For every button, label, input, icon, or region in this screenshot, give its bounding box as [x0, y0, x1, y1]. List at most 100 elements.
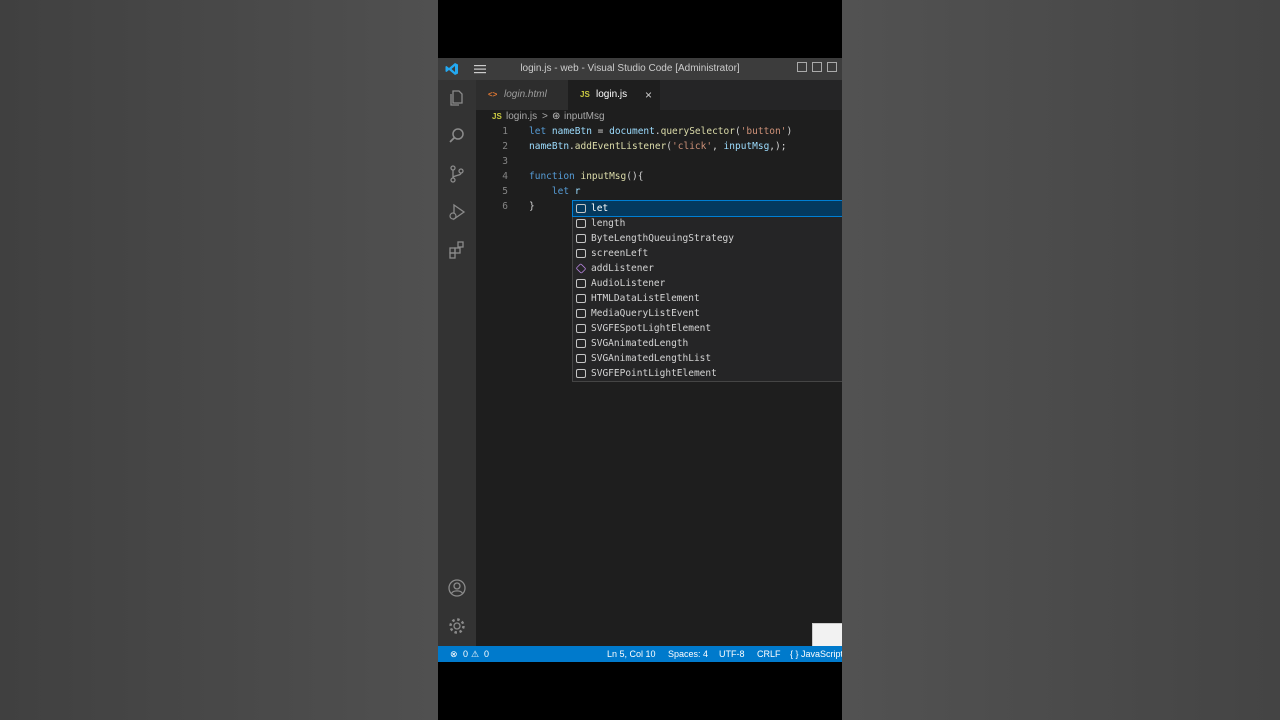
code-token: r: [574, 186, 581, 197]
error-count[interactable]: 0: [463, 646, 468, 662]
keyword-icon: [576, 204, 586, 213]
suggestion-label: HTMLDataListElement: [591, 293, 700, 304]
suggestion-item[interactable]: let: [572, 200, 842, 217]
toggle-panel-icon[interactable]: [812, 62, 822, 72]
suggestion-widget: let length ByteLengthQueuingStrategy screen…: [572, 200, 842, 382]
suggestion-label: SVGFEPointLightElement: [591, 368, 717, 379]
code-line[interactable]: 5 let r: [476, 184, 842, 199]
code-token: addEventListener: [574, 141, 667, 152]
gear-icon[interactable]: [447, 616, 467, 636]
line-number: 5: [502, 186, 508, 197]
suggestion-item[interactable]: MediaQueryListEvent: [573, 306, 842, 321]
breadcrumb-symbol[interactable]: inputMsg: [564, 110, 605, 124]
tab-label: login.js: [596, 89, 628, 100]
end-of-line[interactable]: CRLF: [757, 646, 781, 662]
variable-icon: [576, 324, 586, 333]
layout-controls: [797, 62, 842, 75]
status-bar: ⊗ 0 ⚠ 0 Ln 5, Col 10 Spaces: 4 UTF-8 CRL…: [438, 646, 842, 662]
suggestion-item[interactable]: SVGFEPointLightElement: [573, 366, 842, 381]
suggestion-item[interactable]: screenLeft: [573, 246, 842, 261]
code-token: let: [529, 186, 575, 197]
suggestion-label: SVGAnimatedLength: [591, 338, 689, 349]
suggestion-label: AudioListener: [591, 278, 666, 289]
tab-login-html[interactable]: <> login.html: [476, 80, 568, 110]
account-icon[interactable]: [447, 578, 467, 598]
tab-login-js[interactable]: JS login.js ×: [568, 80, 660, 110]
variable-icon: [576, 219, 586, 228]
code-token: }: [529, 201, 535, 212]
editor-tabs: <> login.html JS login.js ×: [476, 80, 842, 110]
encoding[interactable]: UTF-8: [719, 646, 745, 662]
search-icon[interactable]: [447, 126, 467, 146]
code-token: ,: [712, 141, 724, 152]
vscode-window: login.js - web - Visual Studio Code [Adm…: [438, 58, 842, 662]
html-file-icon: <>: [488, 90, 498, 99]
suggestion-item[interactable]: SVGFESpotLightElement: [573, 321, 842, 336]
tab-label: login.html: [504, 89, 547, 100]
suggestion-label: addListener: [591, 263, 654, 274]
code-text: let nameBtn = document.querySelector('bu…: [529, 124, 792, 139]
code-token: inputMsg: [723, 141, 770, 152]
warning-icon[interactable]: ⚠: [471, 646, 479, 662]
code-token: function: [529, 171, 581, 182]
code-token: ): [786, 126, 793, 137]
suggestion-label: let: [591, 203, 609, 214]
cursor-position[interactable]: Ln 5, Col 10: [607, 646, 656, 662]
suggestion-item[interactable]: SVGAnimatedLengthList: [573, 351, 842, 366]
variable-icon: [576, 339, 586, 348]
variable-icon: [576, 294, 586, 303]
run-debug-icon[interactable]: [447, 202, 467, 222]
code-token: inputMsg: [580, 171, 627, 182]
breadcrumb-file[interactable]: login.js: [506, 110, 537, 124]
line-number: 6: [502, 201, 508, 212]
suggestion-label: length: [591, 218, 626, 229]
code-token: 'button': [740, 126, 787, 137]
suggestion-item[interactable]: SVGAnimatedLength: [573, 336, 842, 351]
js-file-icon: JS: [492, 112, 502, 121]
toggle-secondary-sidebar-icon[interactable]: [827, 62, 837, 72]
suggestion-item[interactable]: AudioListener: [573, 276, 842, 291]
language-mode[interactable]: { } JavaScript: [790, 646, 842, 662]
indentation[interactable]: Spaces: 4: [668, 646, 708, 662]
line-number: 2: [502, 141, 508, 152]
variable-icon: [576, 279, 586, 288]
source-control-icon[interactable]: [447, 164, 467, 184]
error-icon[interactable]: ⊗: [450, 646, 458, 662]
window-title: login.js - web - Visual Studio Code [Adm…: [520, 63, 740, 74]
code-line[interactable]: 1 let nameBtn = document.querySelector('b…: [476, 124, 842, 139]
breadcrumb-separator: >: [542, 111, 548, 122]
suggestion-item[interactable]: length: [573, 216, 842, 231]
variable-icon: [576, 354, 586, 363]
suggestion-label: MediaQueryListEvent: [591, 308, 700, 319]
variable-icon: [576, 309, 586, 318]
variable-icon: [576, 249, 586, 258]
code-line[interactable]: 4 function inputMsg(){: [476, 169, 842, 184]
suggestion-item[interactable]: ByteLengthQueuingStrategy: [573, 231, 842, 246]
suggestion-label: ByteLengthQueuingStrategy: [591, 233, 734, 244]
code-line[interactable]: 3: [476, 154, 842, 169]
suggestion-item[interactable]: HTMLDataListElement: [573, 291, 842, 306]
code-token: let: [529, 126, 552, 137]
suggestion-label: screenLeft: [591, 248, 649, 259]
warning-count[interactable]: 0: [484, 646, 489, 662]
code-token: nameBtn: [529, 141, 570, 152]
code-token: document: [609, 126, 655, 137]
function-symbol-icon: ⊛: [552, 111, 561, 122]
code-line[interactable]: 2 nameBtn.addEventListener('click', input…: [476, 139, 842, 154]
title-bar: login.js - web - Visual Studio Code [Adm…: [438, 58, 842, 80]
close-icon[interactable]: ×: [645, 80, 652, 110]
code-token: querySelector: [660, 126, 735, 137]
breadcrumb: JS login.js > ⊛ inputMsg: [476, 110, 842, 124]
code-token: ,);: [769, 141, 787, 152]
variable-icon: [576, 369, 586, 378]
activity-bar: [438, 80, 476, 646]
variable-icon: [576, 234, 586, 243]
extensions-icon[interactable]: [447, 240, 467, 260]
code-token: 'click': [672, 141, 713, 152]
suggestion-item[interactable]: addListener: [573, 261, 842, 276]
explorer-icon[interactable]: [447, 88, 467, 108]
js-file-icon: JS: [580, 90, 590, 99]
video-frame: login.js - web - Visual Studio Code [Adm…: [438, 0, 842, 720]
toggle-sidebar-icon[interactable]: [797, 62, 807, 72]
code-token: (){: [626, 171, 644, 182]
